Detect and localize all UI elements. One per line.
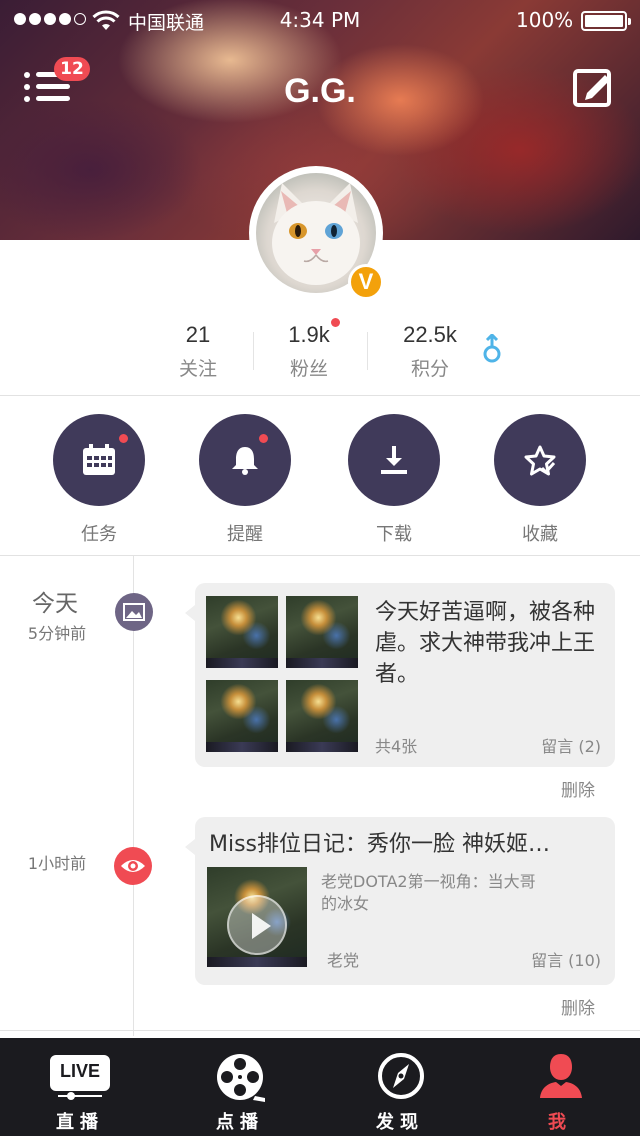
stat-following[interactable]: 21 关注 bbox=[143, 322, 253, 381]
tab-vod[interactable]: 点播 bbox=[160, 1038, 320, 1136]
post-thumbnail[interactable] bbox=[206, 596, 278, 668]
divider bbox=[367, 332, 368, 370]
post-thumbnail[interactable] bbox=[286, 680, 358, 752]
battery-icon bbox=[581, 11, 631, 31]
comment-count[interactable]: 留言 (10) bbox=[531, 947, 601, 971]
new-reminder-dot bbox=[259, 434, 268, 443]
stat-value: 21 bbox=[185, 322, 211, 347]
action-reminders[interactable]: 提醒 bbox=[199, 414, 291, 546]
tab-label: 我 bbox=[548, 1112, 572, 1133]
action-label: 下载 bbox=[376, 524, 412, 545]
comment-count[interactable]: 留言 (2) bbox=[541, 733, 601, 757]
tab-me[interactable]: 我 bbox=[480, 1038, 640, 1136]
delete-button[interactable]: 删除 bbox=[561, 994, 595, 1019]
post-time: 5分钟前 bbox=[27, 624, 87, 643]
action-label: 提醒 bbox=[227, 524, 263, 545]
action-label: 收藏 bbox=[522, 524, 558, 545]
tab-bar: LIVE 直播 点播 发现 我 bbox=[0, 1038, 640, 1136]
status-bar: 中国联通 4:34 PM 100% bbox=[0, 0, 640, 40]
action-tasks[interactable]: 任务 bbox=[53, 414, 145, 546]
delete-button[interactable]: 删除 bbox=[561, 776, 595, 801]
bell-icon bbox=[232, 447, 258, 475]
photo-count: 共4张 bbox=[375, 737, 418, 756]
battery-percent: 100% bbox=[516, 8, 574, 32]
divider bbox=[0, 395, 640, 396]
eye-icon bbox=[114, 847, 152, 885]
tab-live[interactable]: LIVE 直播 bbox=[0, 1038, 160, 1136]
stat-label: 关注 bbox=[178, 358, 217, 380]
video-title: Miss排位日记：秀你一脸 神妖姬… bbox=[209, 832, 551, 857]
divider bbox=[0, 555, 640, 556]
play-icon[interactable] bbox=[227, 895, 287, 955]
post-time: 1小时前 bbox=[27, 854, 87, 873]
post-card-video[interactable]: Miss排位日记：秀你一脸 神妖姬… 老党DOTA2第一视角：当大哥的冰女 老党… bbox=[185, 817, 615, 985]
stat-fans[interactable]: 1.9k 粉丝 bbox=[254, 322, 364, 381]
action-label: 任务 bbox=[81, 524, 117, 545]
video-thumbnail[interactable] bbox=[207, 867, 307, 967]
edit-icon[interactable] bbox=[572, 66, 614, 108]
tab-label: 直播 bbox=[56, 1112, 104, 1133]
calendar-icon bbox=[83, 444, 115, 475]
live-progress-knob bbox=[67, 1092, 75, 1100]
post-thumbnail[interactable] bbox=[206, 680, 278, 752]
tab-discover[interactable]: 发现 bbox=[320, 1038, 480, 1136]
stat-label: 粉丝 bbox=[289, 358, 328, 380]
user-icon bbox=[540, 1054, 582, 1098]
image-icon bbox=[115, 593, 153, 631]
live-icon: LIVE bbox=[50, 1055, 110, 1091]
stat-value: 1.9k bbox=[288, 322, 330, 347]
post-date: 今天 bbox=[32, 591, 78, 617]
star-icon bbox=[524, 445, 556, 476]
post-thumbnail[interactable] bbox=[286, 596, 358, 668]
male-icon bbox=[483, 334, 501, 363]
action-favorites[interactable]: 收藏 bbox=[494, 414, 586, 546]
film-reel-icon bbox=[217, 1054, 265, 1102]
action-downloads[interactable]: 下载 bbox=[348, 414, 440, 546]
download-icon bbox=[381, 446, 407, 474]
tab-label: 发现 bbox=[376, 1112, 424, 1133]
new-task-dot bbox=[119, 434, 128, 443]
post-text: 今天好苦逼啊，被各种虐。求大神带我冲上王者。 bbox=[375, 600, 596, 687]
live-icon-text: LIVE bbox=[59, 1061, 100, 1081]
live-progress-bar bbox=[58, 1095, 102, 1097]
compass-icon bbox=[378, 1053, 424, 1099]
divider bbox=[0, 1030, 640, 1031]
verified-badge: V bbox=[348, 264, 384, 300]
stat-label: 积分 bbox=[410, 358, 449, 380]
video-author[interactable]: 老党 bbox=[327, 947, 359, 971]
stat-points[interactable]: 22.5k 积分 bbox=[375, 322, 485, 381]
new-fans-dot bbox=[331, 318, 340, 327]
stat-value: 22.5k bbox=[403, 322, 457, 347]
post-card-images[interactable]: 今天好苦逼啊，被各种虐。求大神带我冲上王者。 共4张 留言 (2) bbox=[185, 583, 615, 767]
video-description: 老党DOTA2第一视角：当大哥的冰女 bbox=[321, 872, 536, 913]
page-title: G.G. bbox=[284, 72, 356, 110]
tab-label: 点播 bbox=[216, 1112, 264, 1133]
